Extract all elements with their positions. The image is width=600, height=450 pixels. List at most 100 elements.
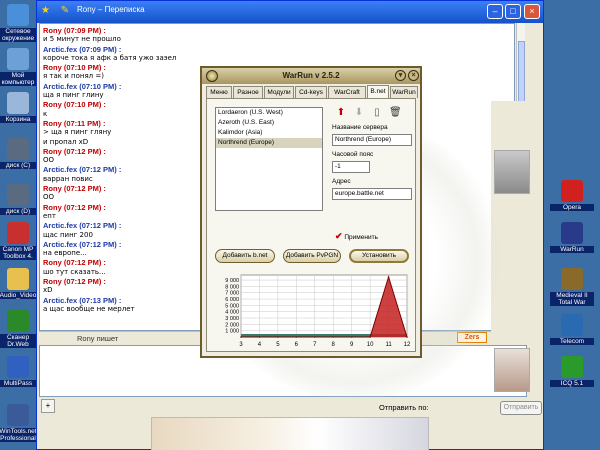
desktop-icon[interactable]: Сканер Dr.Web <box>0 310 40 348</box>
desktop-icon[interactable]: Корзина <box>0 92 40 123</box>
tab-2[interactable]: Модули <box>264 86 294 98</box>
contact-avatar-placeholder[interactable] <box>494 150 530 194</box>
server-list-item[interactable]: Azeroth (U.S. East) <box>216 118 322 128</box>
chart-y-tick-label: 6 000 <box>225 297 239 303</box>
tab-1[interactable]: Разное <box>233 86 263 98</box>
chart-data-point <box>277 336 279 338</box>
add-bnet-button[interactable]: Добавить b.net <box>215 249 275 263</box>
desktop-icon[interactable]: диск (C) <box>0 138 40 169</box>
chart-data-point <box>406 336 408 338</box>
address-field[interactable]: europe.battle.net <box>332 188 412 200</box>
server-list-item[interactable]: Northrend (Europe) <box>216 138 322 148</box>
ad-banner[interactable] <box>151 417 429 450</box>
desktop-icon[interactable]: диск (D) <box>0 184 40 215</box>
zers-label: Zers <box>464 334 480 341</box>
tab-5[interactable]: B.net <box>367 85 389 98</box>
desktop-icon-label: Telecom <box>550 338 594 345</box>
desktop-icon-label: Корзина <box>0 116 40 123</box>
chart-y-tick-label: 2 000 <box>225 322 239 328</box>
message-header: Arctic.fex (07:09 PM) : <box>43 44 122 54</box>
move-down-icon[interactable]: ⬇ <box>353 107 365 119</box>
server-list[interactable]: Lordaeron (U.S. West) Azeroth (U.S. East)… <box>215 107 323 211</box>
server-list-item[interactable]: Kalimdor (Asia) <box>216 128 322 138</box>
desktop-icon[interactable]: Opera <box>550 180 594 211</box>
apply-checkbox[interactable]: ✔ Применить <box>335 231 378 242</box>
tab-0[interactable]: Меню <box>206 86 232 98</box>
desktop-icon-image <box>7 356 29 378</box>
chart-x-tick-label: 5 <box>276 342 280 348</box>
desktop-icon[interactable]: ICQ 5.1 <box>550 356 594 387</box>
send-mode-label: Отправить по: <box>379 403 429 412</box>
desktop-icon-image <box>561 222 583 244</box>
desktop-icon-image <box>7 48 29 70</box>
desktop-icon-label: Audio_Video <box>0 292 40 299</box>
desktop-icon[interactable]: WarRun <box>550 222 594 253</box>
desktop-icon[interactable]: Telecom <box>550 314 594 345</box>
desktop-icon[interactable]: Мой компьютер <box>0 48 40 86</box>
chart-y-tick-label: 4 000 <box>225 310 239 316</box>
timezone-field[interactable]: -1 <box>332 161 370 173</box>
desktop-icon-image <box>7 222 29 244</box>
desktop-icon-label: WarRun <box>550 246 594 253</box>
tab-4[interactable]: WarCraft <box>328 86 366 98</box>
minimize-button[interactable]: – <box>487 4 503 19</box>
tab-6[interactable]: WarRun <box>390 86 418 98</box>
desktop-icon[interactable]: Сетевое окружение <box>0 4 40 42</box>
desktop-icon[interactable]: MultiPass <box>0 356 40 387</box>
send-button[interactable]: Отправить <box>500 401 542 415</box>
desktop-icon-label: диск (D) <box>0 208 40 215</box>
desktop-icon-image <box>7 310 29 332</box>
chart-x-tick-label: 3 <box>239 342 243 348</box>
chart-y-tick-label: 5 000 <box>225 303 239 309</box>
chart-data-point <box>240 336 242 338</box>
new-server-icon[interactable]: ▯ <box>371 107 383 119</box>
desktop-icon-image <box>561 314 583 336</box>
server-name-field[interactable]: Northrend (Europe) <box>332 134 412 146</box>
attach-button[interactable]: + <box>41 399 55 413</box>
warrun-title-bar[interactable]: WarRun v 2.5.2 ▾ × <box>202 68 420 84</box>
desktop-icon-image <box>7 138 29 160</box>
desktop-icon-image <box>561 268 583 290</box>
chart-x-tick-label: 10 <box>367 342 374 348</box>
server-list-item[interactable]: Lordaeron (U.S. West) <box>216 108 322 118</box>
chart-data-point <box>332 336 335 338</box>
desktop-icon-image <box>7 92 29 114</box>
message-text: и 5 минут не прошло <box>43 35 121 44</box>
chat-message: Arctic.fex (07:09 PM) : короче тока я афк… <box>43 45 511 64</box>
bnet-panel: Lordaeron (U.S. West) Azeroth (U.S. East)… <box>206 98 416 352</box>
desktop-icon[interactable]: Medieval II Total War <box>550 268 594 306</box>
desktop-icon-label: Сканер Dr.Web <box>0 334 40 348</box>
ping-chart: 1 0002 0003 0004 0005 0006 0007 0008 000… <box>225 274 411 348</box>
delete-server-icon[interactable]: 🗑 <box>389 107 402 119</box>
desktop-icon-label: Opera <box>550 204 594 211</box>
typing-status: Rony пишет <box>77 334 119 343</box>
tab-3[interactable]: Cd-keys <box>295 86 327 98</box>
close-button[interactable]: × <box>524 4 540 19</box>
icq-window-title: Rony – Переписка <box>77 5 145 14</box>
zers-button[interactable]: Zers <box>457 332 487 343</box>
desktop-icon[interactable]: Canon MP Toolbox 4. <box>0 222 40 260</box>
chart-data-point <box>387 276 390 278</box>
warrun-close-icon[interactable]: × <box>408 70 419 81</box>
warrun-minimize-icon[interactable]: ▾ <box>395 70 406 81</box>
desktop-icon[interactable]: Audio_Video <box>0 268 40 299</box>
move-up-icon[interactable]: ⬆ <box>335 107 347 119</box>
maximize-button[interactable]: □ <box>505 4 521 19</box>
server-name-label: Название сервера <box>332 124 388 131</box>
apply-label: Применить <box>344 234 378 241</box>
desktop-icon-label: WinTools.net Professional <box>0 428 40 442</box>
desktop-icon-label: диск (C) <box>0 162 40 169</box>
address-label: Адрес <box>332 178 351 185</box>
warrun-logo-icon <box>206 70 218 82</box>
chat-message: Rony (07:09 PM) :и 5 минут не прошло <box>43 26 511 45</box>
chart-data-point <box>295 336 298 338</box>
add-pvpgn-button[interactable]: Добавить PvPGN <box>283 249 341 263</box>
chart-y-tick-label: 7 000 <box>225 291 239 297</box>
chart-data-point <box>369 336 371 338</box>
set-button[interactable]: Установить <box>349 249 409 263</box>
chart-y-tick-label: 3 000 <box>225 316 239 322</box>
desktop-icon[interactable]: WinTools.net Professional <box>0 404 40 442</box>
desktop-icon-image <box>7 404 29 426</box>
own-avatar[interactable] <box>494 348 530 392</box>
icq-title-bar[interactable]: ★ ✎ Rony – Переписка – □ × <box>37 1 543 23</box>
